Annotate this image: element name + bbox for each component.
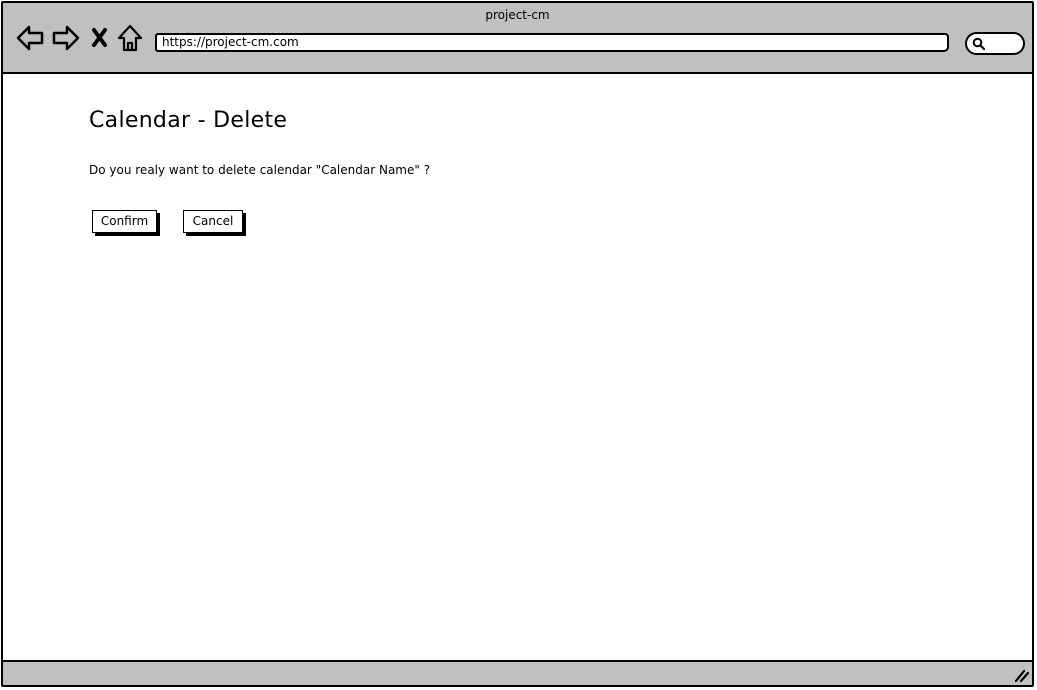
confirm-button[interactable]: Confirm: [92, 210, 157, 233]
forward-button[interactable]: [51, 23, 81, 53]
search-field[interactable]: [965, 32, 1025, 55]
window-title: project-cm: [485, 8, 550, 22]
status-bar: [3, 660, 1032, 685]
home-icon: [117, 24, 143, 52]
back-button[interactable]: [15, 23, 45, 53]
back-arrow-icon: [16, 25, 44, 51]
stop-button[interactable]: [89, 23, 111, 53]
cancel-button[interactable]: Cancel: [183, 210, 243, 233]
resize-grip-icon[interactable]: [1013, 667, 1029, 683]
browser-window: project-cm https://project-cm.com Calend…: [1, 1, 1034, 687]
page-title: Calendar - Delete: [89, 108, 288, 133]
home-button[interactable]: [116, 23, 144, 53]
search-icon: [972, 37, 986, 51]
delete-confirmation-message: Do you realy want to delete calendar "Ca…: [89, 163, 431, 177]
close-icon: [92, 28, 107, 47]
forward-arrow-icon: [52, 25, 80, 51]
address-bar[interactable]: https://project-cm.com: [155, 33, 949, 52]
browser-toolbar: project-cm https://project-cm.com: [3, 3, 1032, 74]
